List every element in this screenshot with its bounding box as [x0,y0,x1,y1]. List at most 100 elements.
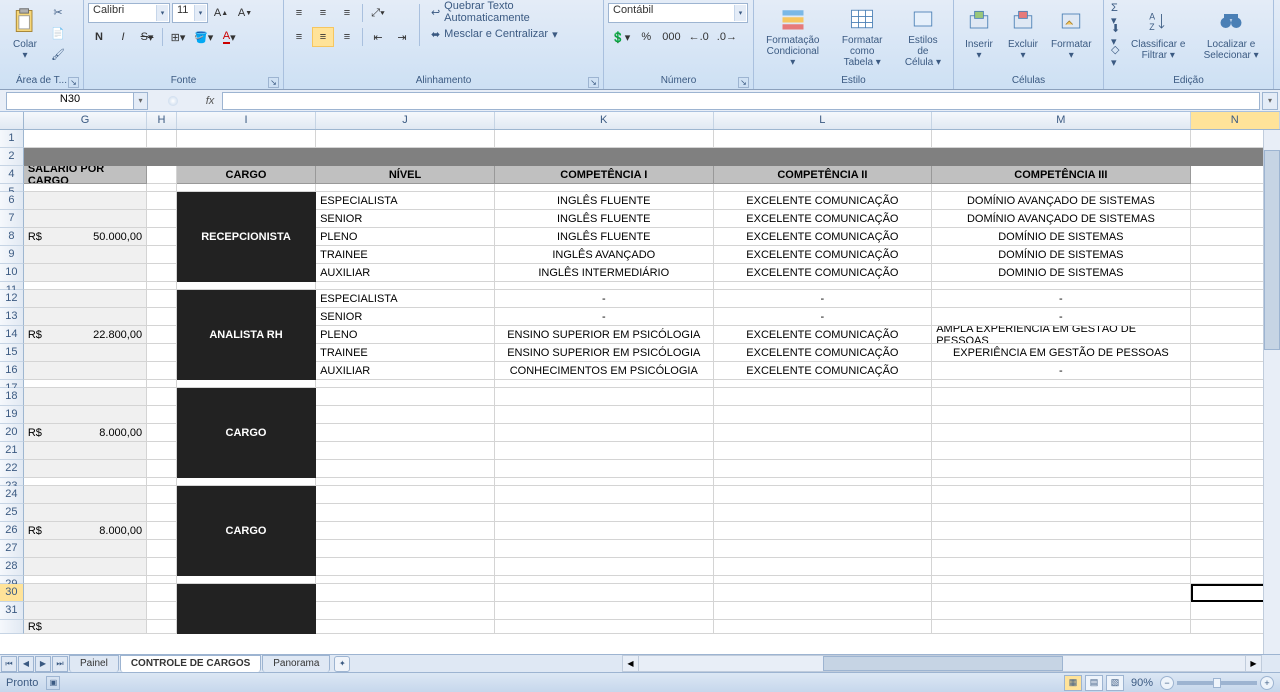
row-header-30[interactable]: 30 [0,584,24,602]
cell[interactable] [177,380,316,388]
cargo-block[interactable] [177,540,316,558]
hscroll-thumb[interactable] [823,656,1063,671]
cargo-block[interactable] [177,210,316,228]
cell[interactable] [24,442,147,460]
row-header-21[interactable]: 21 [0,442,24,460]
comp1-cell[interactable] [495,558,714,576]
align-bottom-button[interactable]: ≡ [336,3,358,23]
nivel-cell[interactable] [316,540,495,558]
comp2-cell[interactable]: EXCELENTE COMUNICAÇÃO [714,210,933,228]
font-family-combo[interactable]: Calibri▾ [88,3,170,23]
nivel-cell[interactable] [316,442,495,460]
row-header-9[interactable]: 9 [0,246,24,264]
cell[interactable] [147,326,177,344]
cell[interactable]: R$ [24,620,147,634]
vertical-scrollbar[interactable] [1263,130,1280,654]
cell[interactable] [24,148,1280,166]
row-header-18[interactable]: 18 [0,388,24,406]
nivel-cell[interactable]: PLENO [316,228,495,246]
horizontal-scrollbar[interactable]: ◀ ▶ [622,655,1262,672]
cell[interactable] [177,184,316,192]
comp1-cell[interactable] [495,442,714,460]
underline-button[interactable]: S ▾ [136,27,158,47]
macro-record-icon[interactable]: ▣ [46,676,60,690]
cell[interactable] [24,504,147,522]
cell[interactable] [932,478,1190,486]
cell[interactable] [24,558,147,576]
cell[interactable] [932,584,1190,602]
decrease-decimal-button[interactable]: .0→ [714,27,740,47]
row-header-27[interactable]: 27 [0,540,24,558]
cell[interactable] [147,442,177,460]
cell[interactable] [177,620,316,634]
nivel-cell[interactable] [316,406,495,424]
decrease-indent-button[interactable]: ⇤ [367,27,389,47]
find-select-button[interactable]: Localizar e Selecionar ▾ [1193,2,1269,68]
cell[interactable] [714,184,933,192]
comp3-cell[interactable]: - [932,290,1190,308]
header-comp2[interactable]: COMPETÊNCIA II [714,166,933,184]
comp3-cell[interactable]: DOMINIO DE SISTEMAS [932,264,1190,282]
comp1-cell[interactable]: - [495,308,714,326]
cell[interactable] [147,576,177,584]
cell[interactable] [177,602,316,620]
cell[interactable] [147,308,177,326]
nivel-cell[interactable] [316,486,495,504]
comp2-cell[interactable]: EXCELENTE COMUNICAÇÃO [714,344,933,362]
copy-button[interactable]: 📄 [48,23,68,43]
row-header-8[interactable]: 8 [0,228,24,246]
zoom-out-button[interactable]: − [1160,676,1174,690]
row-header-[interactable] [0,620,24,634]
comp1-cell[interactable] [495,522,714,540]
header-comp1[interactable]: COMPETÊNCIA I [495,166,714,184]
cell[interactable] [24,362,147,380]
scroll-right-button[interactable]: ▶ [1245,656,1261,671]
comp1-cell[interactable]: INGLÊS FLUENTE [495,228,714,246]
comp1-cell[interactable] [495,540,714,558]
cell[interactable] [24,380,147,388]
row-header-22[interactable]: 22 [0,460,24,478]
name-box[interactable]: N30 [6,92,134,110]
salario-cell[interactable]: R$22.800,00 [24,326,147,344]
clear-button[interactable]: ◇ ▾ [1108,46,1123,66]
comp2-cell[interactable] [714,540,933,558]
cell[interactable] [147,362,177,380]
column-header-H[interactable]: H [147,112,177,129]
tab-nav-next[interactable]: ▶ [35,656,51,672]
row-header-6[interactable]: 6 [0,192,24,210]
comp1-cell[interactable] [495,388,714,406]
cell[interactable] [147,380,177,388]
cell[interactable] [147,264,177,282]
fx-icon[interactable]: fx [198,95,222,107]
comp1-cell[interactable]: INGLÊS FLUENTE [495,192,714,210]
comp2-cell[interactable] [714,388,933,406]
cell[interactable] [932,282,1190,290]
new-sheet-button[interactable]: ✦ [334,656,350,672]
comp1-cell[interactable]: INGLÊS AVANÇADO [495,246,714,264]
sheet-tab-controle-de-cargos[interactable]: CONTROLE DE CARGOS [120,655,261,672]
cell[interactable] [714,576,933,584]
align-center-button[interactable]: ≡ [312,27,334,47]
font-launcher[interactable]: ↘ [268,77,279,88]
currency-button[interactable]: 💲▾ [608,27,633,47]
cargo-block[interactable] [177,246,316,264]
comp1-cell[interactable]: INGLÊS FLUENTE [495,210,714,228]
cargo-block[interactable] [177,406,316,424]
nivel-cell[interactable] [316,460,495,478]
comp3-cell[interactable]: DOMÍNIO DE SISTEMAS [932,228,1190,246]
cell[interactable] [24,264,147,282]
cell[interactable] [147,522,177,540]
cell[interactable] [495,584,714,602]
cell[interactable] [24,540,147,558]
cell[interactable] [495,602,714,620]
cell[interactable] [24,406,147,424]
comp2-cell[interactable] [714,504,933,522]
cell[interactable] [316,184,495,192]
row-header-2[interactable]: 2 [0,148,24,166]
increase-decimal-button[interactable]: ←.0 [686,27,712,47]
comp3-cell[interactable] [932,540,1190,558]
comp2-cell[interactable]: EXCELENTE COMUNICAÇÃO [714,246,933,264]
format-as-table-button[interactable]: Formatar como Tabela ▾ [830,2,895,68]
cell[interactable] [714,584,933,602]
header-salario[interactable]: SALÁRIO POR CARGO [24,166,147,184]
